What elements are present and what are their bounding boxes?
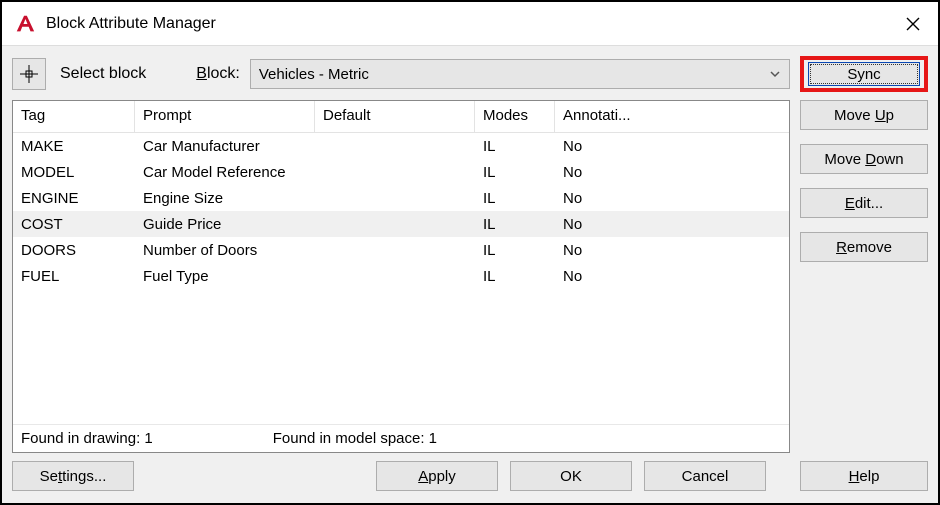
sync-button-label: Sync [847, 66, 880, 83]
cell-modes: IL [475, 188, 555, 209]
block-label: Block: [196, 65, 240, 83]
dialog-window: Block Attribute Manager Select block Blo… [0, 0, 940, 505]
cell-prompt: Car Model Reference [135, 162, 315, 183]
edit-button[interactable]: Edit... [800, 188, 928, 218]
cell-prompt: Guide Price [135, 214, 315, 235]
col-header-tag[interactable]: Tag [13, 101, 135, 132]
status-found-drawing: Found in drawing: 1 [21, 430, 153, 447]
close-icon [906, 17, 920, 31]
cell-prompt: Fuel Type [135, 266, 315, 287]
table-body: MAKECar ManufacturerILNoMODELCar Model R… [13, 133, 789, 424]
cell-default [315, 222, 475, 226]
attribute-list-panel: Tag Prompt Default Modes Annotati... MAK… [12, 100, 790, 453]
help-button[interactable]: Help [800, 461, 928, 491]
cell-modes: IL [475, 136, 555, 157]
dialog-title: Block Attribute Manager [46, 15, 216, 33]
settings-button[interactable]: Settings... [12, 461, 134, 491]
cell-tag: DOORS [13, 240, 135, 261]
cancel-button[interactable]: Cancel [644, 461, 766, 491]
table-row[interactable]: COSTGuide Price ILNo [13, 211, 789, 237]
titlebar: Block Attribute Manager [2, 2, 938, 46]
col-header-annotative[interactable]: Annotati... [555, 101, 789, 132]
cell-tag: COST [13, 214, 135, 235]
col-header-prompt[interactable]: Prompt [135, 101, 315, 132]
chevron-down-icon [769, 68, 781, 80]
cell-default [315, 274, 475, 278]
cell-default [315, 196, 475, 200]
table-row[interactable]: ENGINEEngine Size ILNo [13, 185, 789, 211]
cell-default [315, 248, 475, 252]
side-buttons: Move Up Move Down Edit... Remove [800, 100, 928, 453]
bottom-row: Settings... Apply OK Cancel Help [12, 461, 928, 491]
move-up-button[interactable]: Move Up [800, 100, 928, 130]
cell-annotative: No [555, 266, 789, 287]
remove-button[interactable]: Remove [800, 232, 928, 262]
table-row[interactable]: MODELCar Model Reference ILNo [13, 159, 789, 185]
close-button[interactable] [888, 2, 938, 46]
cell-tag: MAKE [13, 136, 135, 157]
move-down-button[interactable]: Move Down [800, 144, 928, 174]
sync-button[interactable]: Sync [808, 62, 920, 86]
apply-button[interactable]: Apply [376, 461, 498, 491]
attribute-table: Tag Prompt Default Modes Annotati... MAK… [13, 101, 789, 424]
cell-modes: IL [475, 214, 555, 235]
cell-default [315, 144, 475, 148]
cell-annotative: No [555, 240, 789, 261]
cell-prompt: Number of Doors [135, 240, 315, 261]
cell-tag: FUEL [13, 266, 135, 287]
sync-highlight: Sync [800, 56, 928, 92]
cell-annotative: No [555, 136, 789, 157]
cell-modes: IL [475, 240, 555, 261]
block-dropdown-value: Vehicles - Metric [259, 66, 369, 83]
table-row[interactable]: DOORSNumber of Doors ILNo [13, 237, 789, 263]
select-block-label: Select block [60, 65, 146, 83]
cell-annotative: No [555, 214, 789, 235]
top-row: Select block Block: Vehicles - Metric Sy… [12, 56, 928, 92]
status-found-model: Found in model space: 1 [273, 430, 437, 447]
crosshair-icon [19, 64, 39, 84]
cell-annotative: No [555, 188, 789, 209]
cell-tag: MODEL [13, 162, 135, 183]
ok-button[interactable]: OK [510, 461, 632, 491]
select-block-pick-button[interactable] [12, 58, 46, 90]
app-icon [12, 11, 38, 37]
status-bar: Found in drawing: 1 Found in model space… [13, 424, 789, 452]
table-row[interactable]: FUELFuel Type ILNo [13, 263, 789, 289]
cell-annotative: No [555, 162, 789, 183]
cell-tag: ENGINE [13, 188, 135, 209]
cell-modes: IL [475, 162, 555, 183]
table-header: Tag Prompt Default Modes Annotati... [13, 101, 789, 133]
cell-prompt: Car Manufacturer [135, 136, 315, 157]
cell-modes: IL [475, 266, 555, 287]
table-row[interactable]: MAKECar Manufacturer ILNo [13, 133, 789, 159]
col-header-modes[interactable]: Modes [475, 101, 555, 132]
cell-prompt: Engine Size [135, 188, 315, 209]
cell-default [315, 170, 475, 174]
col-header-default[interactable]: Default [315, 101, 475, 132]
block-dropdown[interactable]: Vehicles - Metric [250, 59, 790, 89]
